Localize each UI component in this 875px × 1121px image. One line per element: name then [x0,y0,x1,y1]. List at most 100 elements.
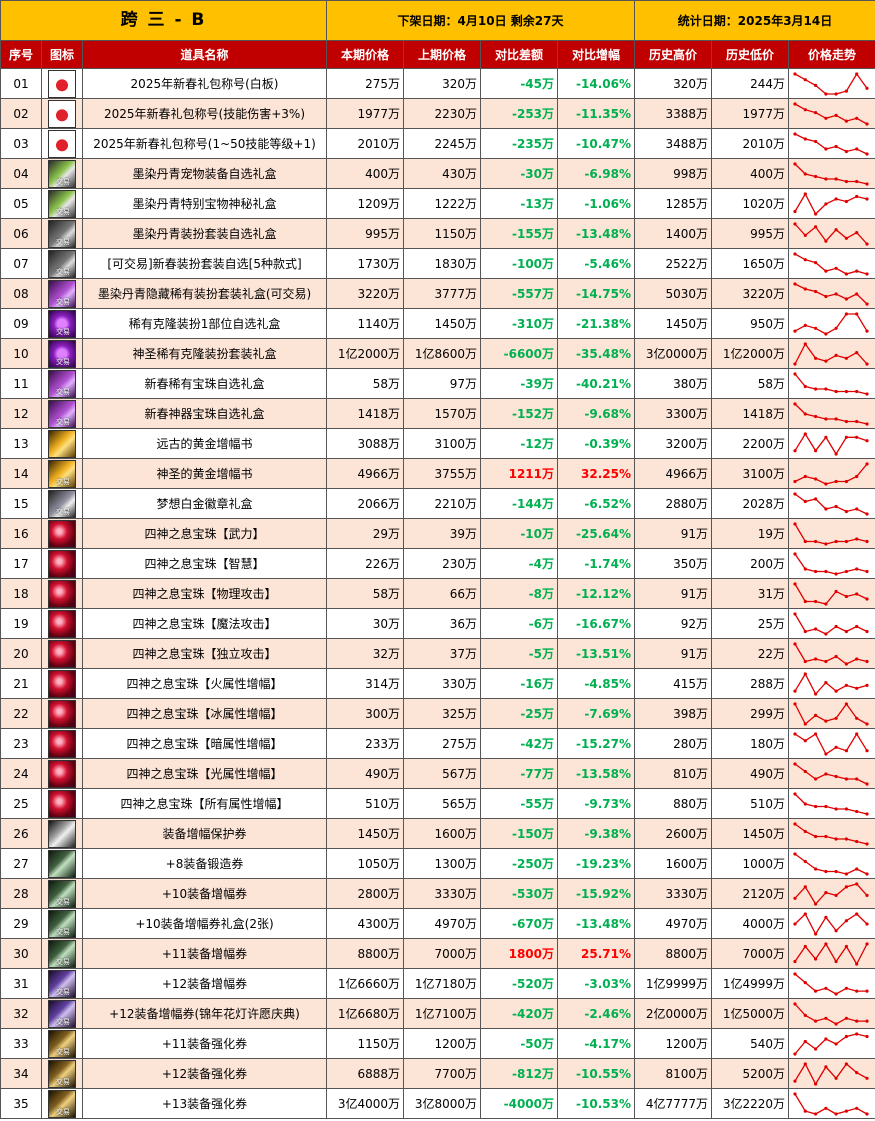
trend-point [824,890,828,894]
row-index: 06 [0,218,42,249]
price-difference: -16万 [480,668,559,699]
trend-cell [788,1028,875,1059]
history-low: 200万 [711,548,790,579]
previous-price: 36万 [403,608,482,639]
server-title: 跨 三 - B [0,0,328,41]
trend-point [803,659,807,663]
trend-point [855,961,859,966]
gift-box-green-icon: 交易 [48,189,76,218]
row-index: 05 [0,188,42,219]
price-trend-sparkline [793,551,869,576]
item-name: 墨染丹青装扮套装自选礼盒 [81,218,328,249]
trend-point [803,341,807,346]
history-high: 1600万 [634,848,713,879]
history-low: 1亿4999万 [711,968,790,999]
trend-cell [788,248,875,279]
previous-price: 7700万 [403,1058,482,1089]
price-trend-sparkline [793,1061,869,1086]
trend-point [865,721,869,726]
price-change-percent: -13.48% [557,218,636,249]
row-index: 18 [0,578,42,609]
price-change-percent: 25.71% [557,938,636,969]
trend-point [814,448,818,452]
price-change-percent: -12.12% [557,578,636,609]
price-change-percent: -9.68% [557,398,636,429]
trend-point [844,836,849,841]
history-high: 320万 [634,68,713,99]
trend-point [793,401,797,406]
trend-point [844,199,849,203]
row-index: 21 [0,668,42,699]
trend-point [844,179,849,183]
trend-point [793,971,797,976]
history-high: 2522万 [634,248,713,279]
trend-point [824,569,828,573]
trend-point [865,461,869,466]
row-icon-cell [41,128,83,159]
price-trend-sparkline [793,1001,869,1026]
trend-point [793,131,797,136]
trend-point [793,581,797,586]
price-change-percent: -7.69% [557,698,636,729]
trend-point [793,521,797,526]
trend-point [824,834,828,838]
current-price: 2800万 [326,878,405,909]
row-index: 12 [0,398,42,429]
history-low: 19万 [711,518,790,549]
price-difference: -6万 [480,608,559,639]
current-price: 3亿4000万 [326,1088,405,1119]
trend-point [834,539,838,543]
trend-cell [788,338,875,369]
row-index: 24 [0,758,42,789]
history-high: 380万 [634,368,713,399]
price-change-percent: -1.74% [557,548,636,579]
trend-point [803,539,807,543]
row-icon-cell [41,98,83,129]
trade-tag: 交易 [56,1017,70,1026]
trend-point [793,161,797,166]
trend-point [844,509,849,513]
trend-point [793,551,797,556]
price-difference: -25万 [480,698,559,729]
trend-point [824,201,828,206]
trend-point [834,589,838,593]
history-high: 1285万 [634,188,713,219]
price-difference: -6600万 [480,338,559,369]
trend-point [803,769,807,773]
price-trend-sparkline [793,851,869,876]
history-high: 280万 [634,728,713,759]
history-low: 2200万 [711,428,790,459]
trend-point [855,194,859,198]
trend-point [865,241,869,246]
trend-point [865,569,869,573]
trend-point [793,701,797,706]
trend-point [834,959,838,963]
trend-point [793,281,797,286]
trend-point [855,506,859,511]
history-high: 398万 [634,698,713,729]
history-high: 3488万 [634,128,713,159]
trend-point [844,539,849,543]
trend-line [794,762,868,785]
table-row: 21 四神之息宝珠【火属性增幅】 314万 330万 -16万 -4.85% 415万 288… [0,668,875,699]
table-row: 20 四神之息宝珠【独立攻击】 32万 37万 -5万 -13.51% 91万 22万 [0,638,875,669]
previous-price: 430万 [403,158,482,189]
trend-point [865,941,869,946]
previous-price: 3100万 [403,428,482,459]
ticket-plus-icon [48,849,76,878]
previous-price: 39万 [403,518,482,549]
row-icon-cell: 交易 [41,278,83,309]
price-change-percent: -6.98% [557,158,636,189]
red-gem-icon [48,609,76,638]
row-index: 16 [0,518,42,549]
current-price: 29万 [326,518,405,549]
trade-tag: 交易 [56,957,70,966]
item-name: +12装备强化券 [81,1058,328,1089]
trend-point [803,1061,807,1066]
trend-cell [788,68,875,99]
table-row: 01 2025年新春礼包称号(白板) 275万 320万 -45万 -14.06% 320万… [0,68,875,99]
history-low: 2028万 [711,488,790,519]
header-history-low: 历史低价 [711,40,790,69]
row-index: 04 [0,158,42,189]
trend-point [834,113,838,117]
